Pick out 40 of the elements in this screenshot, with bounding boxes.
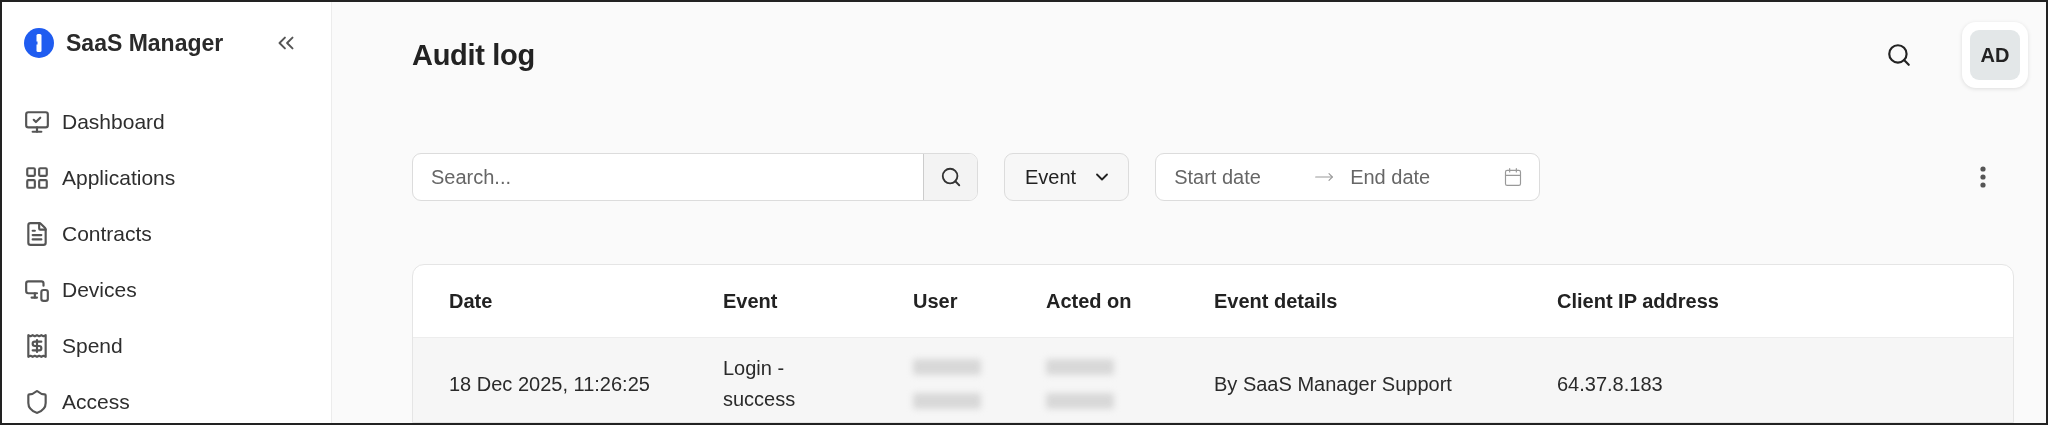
column-header: Client IP address bbox=[1557, 289, 1720, 313]
more-options-button[interactable] bbox=[1980, 166, 1986, 188]
grid-icon bbox=[24, 165, 50, 191]
search-button[interactable] bbox=[1886, 42, 1912, 68]
logo-icon bbox=[24, 28, 54, 58]
avatar-button[interactable]: AD bbox=[1962, 22, 2028, 88]
column-header: Acted on bbox=[1046, 289, 1133, 313]
more-icon bbox=[1980, 166, 1986, 188]
brand-name: SaaS Manager bbox=[66, 29, 224, 57]
search-icon bbox=[939, 166, 962, 188]
receipt-icon bbox=[24, 333, 50, 359]
redacted-text bbox=[1046, 393, 1114, 409]
nav-item[interactable]: Dashboard bbox=[24, 94, 331, 150]
nav-item[interactable]: Contracts bbox=[24, 206, 331, 262]
end-date-field[interactable]: End date bbox=[1350, 165, 1491, 189]
search-button[interactable] bbox=[923, 154, 977, 200]
column-header: Date bbox=[449, 289, 494, 313]
column-header: Event details bbox=[1214, 289, 1339, 313]
redacted-text bbox=[913, 393, 981, 409]
page-title: Audit log bbox=[412, 38, 535, 72]
nav-item[interactable]: Access bbox=[24, 374, 331, 423]
nav-item[interactable]: Spend bbox=[24, 318, 331, 374]
table-cell-text: 64.37.8.183 bbox=[1557, 371, 1664, 397]
table-cell-text: By SaaS Manager Support bbox=[1214, 371, 1453, 397]
event-dropdown[interactable]: Event bbox=[1004, 153, 1130, 201]
column-header: Event bbox=[723, 289, 779, 313]
redacted-text bbox=[1046, 359, 1114, 375]
calendar-icon bbox=[1503, 167, 1524, 187]
table-cell-text: 18 Dec 2025, 11:26:25 bbox=[449, 371, 651, 397]
search-icon bbox=[1886, 42, 1912, 68]
document-icon bbox=[24, 221, 50, 247]
nav-item[interactable]: Applications bbox=[24, 150, 331, 206]
devices-icon bbox=[24, 277, 50, 303]
table-cell-text: Login - success bbox=[723, 356, 797, 412]
shield-icon bbox=[24, 389, 50, 415]
column-header: User bbox=[913, 289, 959, 313]
monitor-icon bbox=[24, 109, 50, 135]
nav-item[interactable]: Devices bbox=[24, 262, 331, 318]
redacted-text bbox=[913, 359, 981, 375]
start-date-field[interactable]: Start date bbox=[1174, 165, 1315, 189]
